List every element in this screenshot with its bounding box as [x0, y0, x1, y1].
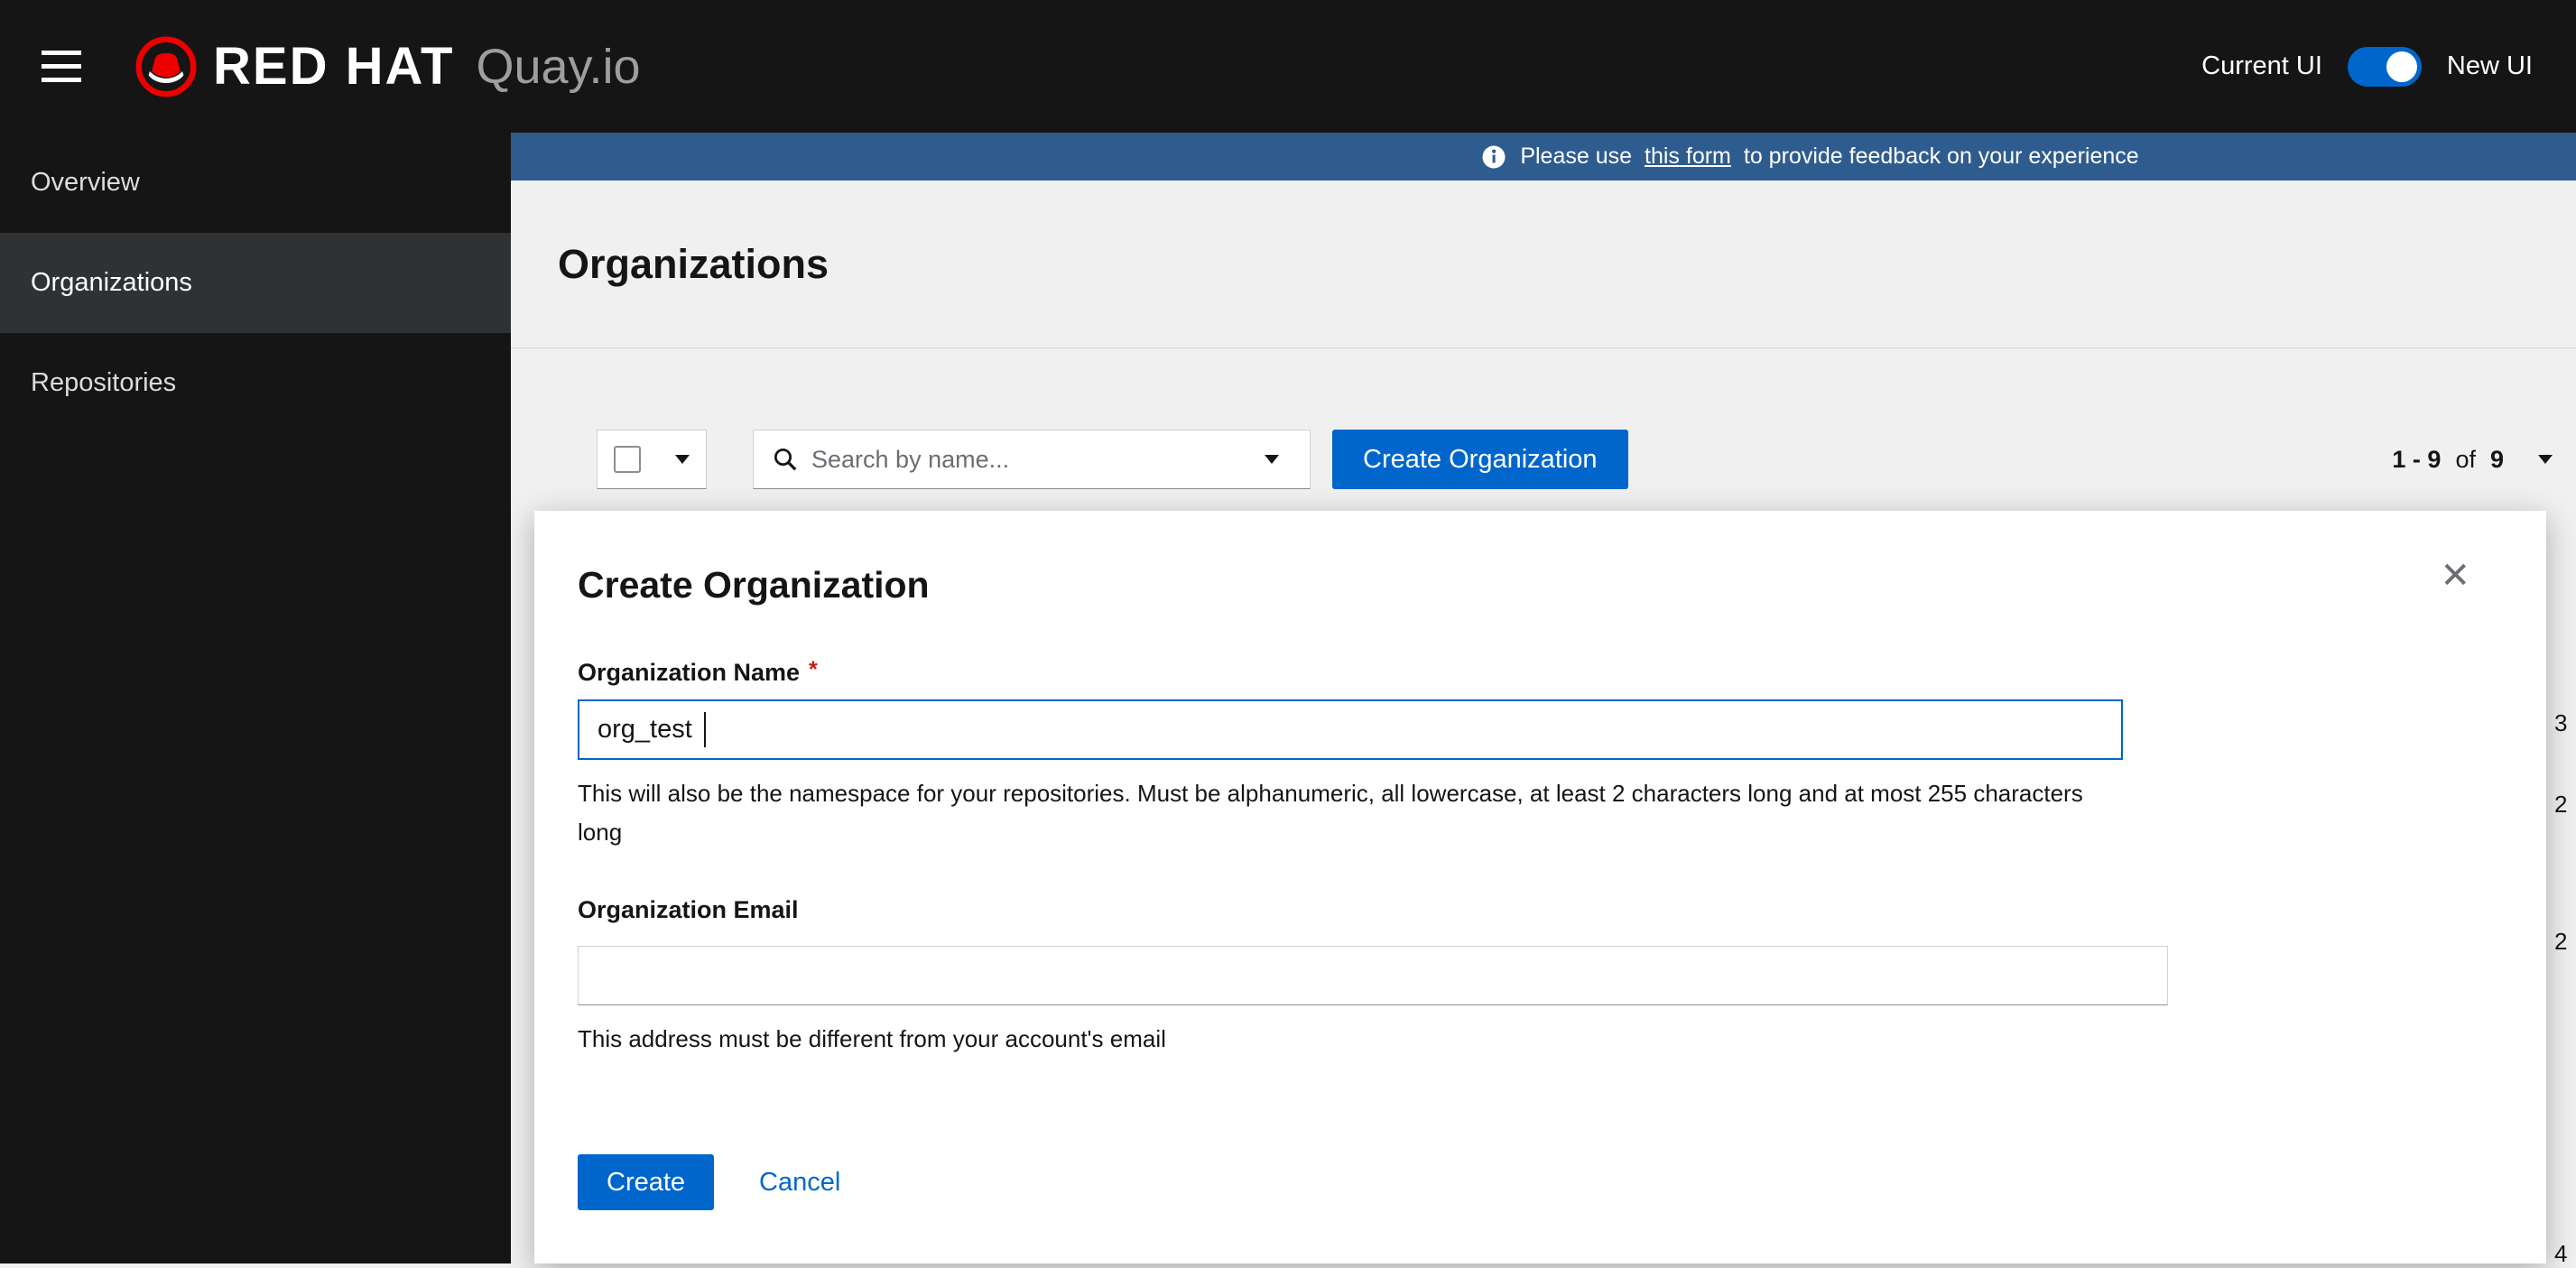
sidebar-item-organizations[interactable]: Organizations: [0, 233, 511, 333]
create-organization-modal: Create Organization ✕ Organization Name …: [534, 511, 2546, 1263]
required-asterisk: *: [809, 657, 818, 683]
background-table-fragment: 2: [2554, 791, 2567, 819]
create-button[interactable]: Create: [578, 1154, 714, 1210]
brand-quay-text: Quay.io: [476, 39, 640, 95]
search-filter-dropdown[interactable]: [1234, 430, 1310, 488]
sidebar-item-label: Overview: [31, 168, 140, 198]
search-input[interactable]: [811, 446, 1216, 474]
search-icon: [772, 446, 799, 473]
nav-toggle-hamburger-icon[interactable]: [32, 42, 90, 91]
pagination-range: 1 - 9: [2392, 446, 2441, 474]
sidebar-item-label: Repositories: [31, 368, 176, 398]
create-organization-button[interactable]: Create Organization: [1332, 430, 1628, 489]
bulk-select-checkbox[interactable]: [614, 446, 641, 473]
organization-email-label: Organization Email: [578, 896, 2492, 924]
pagination-total: 9: [2490, 446, 2504, 474]
sidebar-item-repositories[interactable]: Repositories: [0, 333, 511, 433]
modal-actions: Create Cancel: [578, 1154, 2492, 1210]
chevron-down-icon: [2538, 455, 2553, 464]
organization-email-field-wrap: [578, 946, 2168, 1005]
page-header: Organizations: [511, 180, 2576, 348]
info-icon: [1480, 143, 1507, 171]
ui-toggle-switch[interactable]: [2348, 47, 2422, 87]
background-table-fragment: 2: [2554, 928, 2567, 956]
sidebar-nav: Overview Organizations Repositories: [0, 133, 511, 1263]
brand-red-hat-text: RED HAT: [213, 36, 454, 97]
pagination-of: of: [2455, 446, 2476, 474]
current-ui-label: Current UI: [2201, 51, 2322, 81]
sidebar-item-label: Organizations: [31, 268, 192, 298]
background-table-fragment: 3: [2554, 709, 2567, 737]
sidebar-item-overview[interactable]: Overview: [0, 133, 511, 233]
background-table-fragment: 4: [2554, 1240, 2567, 1268]
modal-title: Create Organization: [578, 563, 2492, 606]
red-hat-logo-icon: [134, 34, 199, 99]
banner-text-after: to provide feedback on your experience: [1744, 143, 2139, 170]
organization-email-help: This address must be different from your…: [578, 1020, 2085, 1059]
organizations-toolbar: Create Organization 1 - 9 of 9: [511, 430, 2576, 489]
chevron-down-icon: [1265, 455, 1279, 464]
organization-name-field-wrap: [578, 699, 2123, 760]
page-title: Organizations: [558, 241, 829, 288]
feedback-form-link[interactable]: this form: [1645, 143, 1731, 170]
new-ui-label: New UI: [2447, 51, 2533, 81]
organization-name-label: Organization Name *: [578, 659, 2492, 687]
organization-email-input[interactable]: [578, 946, 2168, 1005]
switch-knob: [2386, 51, 2417, 82]
brand-logo[interactable]: RED HAT Quay.io: [134, 34, 641, 99]
bulk-select-dropdown[interactable]: [597, 430, 707, 489]
feedback-banner: Please use this form to provide feedback…: [511, 133, 2576, 180]
chevron-down-icon: [675, 455, 690, 464]
pagination-dropdown[interactable]: 1 - 9 of 9: [2392, 446, 2553, 474]
masthead: RED HAT Quay.io Current UI New UI: [0, 0, 2576, 133]
banner-text-before: Please use: [1520, 143, 1632, 170]
close-icon[interactable]: ✕: [2440, 558, 2470, 594]
organization-name-help: This will also be the namespace for your…: [578, 774, 2085, 852]
text-cursor: [704, 712, 706, 747]
organization-name-input[interactable]: [578, 699, 2123, 760]
search-box: [754, 430, 1234, 488]
search-group: [753, 430, 1311, 489]
cancel-button[interactable]: Cancel: [759, 1168, 840, 1198]
ui-toggle-group: Current UI New UI: [2201, 47, 2533, 87]
